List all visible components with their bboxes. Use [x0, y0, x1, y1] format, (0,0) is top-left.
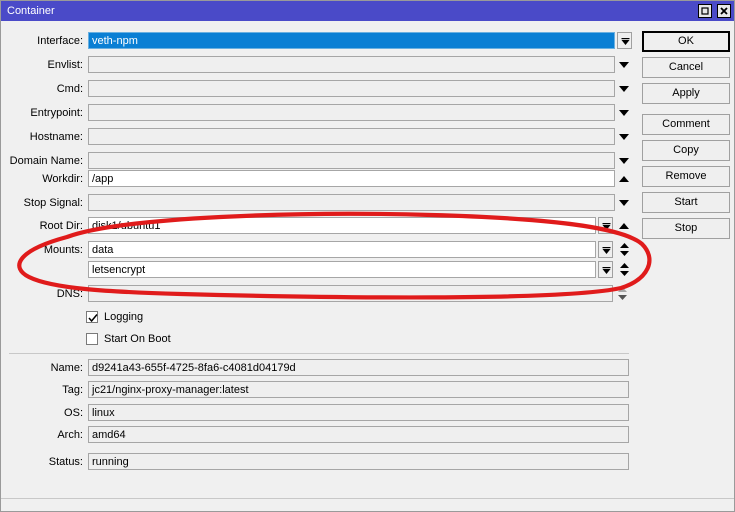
field-row-domain-name: Domain Name:: [1, 152, 641, 170]
arch-value: amd64: [88, 426, 629, 443]
info-row-status: Status: running: [1, 453, 641, 471]
workdir-label: Workdir:: [42, 173, 83, 185]
arch-label: Arch:: [57, 429, 83, 441]
mounts-input-1[interactable]: data: [88, 241, 596, 258]
status-label: Status:: [48, 456, 83, 468]
section-divider-top: [9, 353, 629, 354]
comment-button[interactable]: Comment: [642, 114, 730, 135]
root-dir-input[interactable]: disk1/ubuntu1: [88, 217, 596, 234]
name-value: d9241a43-655f-4725-8fa6-c4081d04179d: [88, 359, 629, 376]
field-row-interface: Interface: veth-npm: [1, 32, 641, 50]
window-title: Container: [7, 5, 55, 17]
start-on-boot-checkbox[interactable]: [86, 333, 98, 345]
logging-checkbox[interactable]: [86, 311, 98, 323]
stop-signal-down-arrow-icon[interactable]: [617, 194, 631, 211]
os-label: OS:: [64, 407, 83, 419]
logging-label: Logging: [104, 311, 144, 323]
field-row-hostname: Hostname:: [1, 128, 641, 146]
root-dir-add-row-up-arrow-icon[interactable]: [617, 217, 631, 234]
dns-spinner-icon[interactable]: [615, 285, 629, 302]
info-row-tag: Tag: jc21/nginx-proxy-manager:latest: [1, 381, 641, 399]
domain-name-input[interactable]: [88, 152, 615, 169]
hostname-label: Hostname:: [29, 131, 83, 143]
field-row-cmd: Cmd:: [1, 80, 641, 98]
field-row-entrypoint: Entrypoint:: [1, 104, 641, 122]
maximize-icon[interactable]: [698, 4, 712, 18]
cmd-label: Cmd:: [56, 83, 83, 95]
info-row-name: Name: d9241a43-655f-4725-8fa6-c4081d0417…: [1, 359, 641, 377]
tag-label: Tag:: [62, 384, 83, 396]
root-dir-label: Root Dir:: [39, 220, 83, 232]
dns-label: DNS:: [56, 288, 83, 300]
interface-label: Interface:: [37, 35, 83, 47]
dns-input[interactable]: [88, 285, 613, 302]
start-button[interactable]: Start: [642, 192, 730, 213]
field-row-envlist: Envlist:: [1, 56, 641, 74]
entrypoint-input[interactable]: [88, 104, 615, 121]
domain-name-dropdown-icon[interactable]: [617, 152, 630, 169]
hostname-input[interactable]: [88, 128, 615, 145]
remove-button[interactable]: Remove: [642, 166, 730, 187]
ok-button[interactable]: OK: [642, 31, 730, 52]
envlist-label: Envlist:: [47, 59, 83, 71]
mounts-2-spinner-icon[interactable]: [617, 261, 631, 278]
interface-dropdown-icon[interactable]: [617, 32, 632, 49]
workdir-up-arrow-icon[interactable]: [617, 170, 631, 187]
cancel-button[interactable]: Cancel: [642, 57, 730, 78]
field-row-mounts-1: Mounts: data: [1, 241, 641, 259]
mounts-label: Mounts:: [43, 244, 83, 256]
field-row-mounts-2: letsencrypt: [1, 261, 641, 279]
apply-button[interactable]: Apply: [642, 83, 730, 104]
container-dialog: Container Interface: veth-npm Envlist: C…: [0, 0, 735, 512]
info-row-os: OS: linux: [1, 404, 641, 422]
field-row-dns: DNS:: [1, 285, 641, 303]
field-row-root-dir: Root Dir: disk1/ubuntu1: [1, 217, 641, 235]
workdir-input[interactable]: /app: [88, 170, 615, 187]
status-value: running: [88, 453, 629, 470]
start-on-boot-label: Start On Boot: [104, 333, 171, 345]
mounts-1-spinner-icon[interactable]: [617, 241, 631, 258]
stop-button[interactable]: Stop: [642, 218, 730, 239]
mounts-2-dropdown-icon[interactable]: [598, 261, 613, 278]
copy-button[interactable]: Copy: [642, 140, 730, 161]
interface-input[interactable]: veth-npm: [88, 32, 615, 49]
info-row-arch: Arch: amd64: [1, 426, 641, 444]
checkbox-row-start-on-boot[interactable]: Start On Boot: [1, 332, 301, 348]
section-divider-bottom: [1, 498, 734, 499]
envlist-input[interactable]: [88, 56, 615, 73]
cmd-dropdown-icon[interactable]: [617, 80, 630, 97]
mounts-input-2[interactable]: letsencrypt: [88, 261, 596, 278]
entrypoint-label: Entrypoint:: [30, 107, 83, 119]
checkbox-row-logging[interactable]: Logging: [1, 310, 301, 326]
field-row-workdir: Workdir: /app: [1, 170, 641, 188]
os-value: linux: [88, 404, 629, 421]
stop-signal-input[interactable]: [88, 194, 615, 211]
field-row-stop-signal: Stop Signal:: [1, 194, 641, 212]
envlist-dropdown-icon[interactable]: [617, 56, 630, 73]
mounts-1-dropdown-icon[interactable]: [598, 241, 613, 258]
root-dir-dropdown-icon[interactable]: [598, 217, 613, 234]
hostname-dropdown-icon[interactable]: [617, 128, 630, 145]
domain-name-label: Domain Name:: [9, 155, 83, 167]
close-icon[interactable]: [717, 4, 731, 18]
stop-signal-label: Stop Signal:: [23, 197, 83, 209]
title-bar: Container: [1, 1, 734, 21]
cmd-input[interactable]: [88, 80, 615, 97]
name-label: Name:: [50, 362, 83, 374]
tag-value: jc21/nginx-proxy-manager:latest: [88, 381, 629, 398]
entrypoint-dropdown-icon[interactable]: [617, 104, 630, 121]
